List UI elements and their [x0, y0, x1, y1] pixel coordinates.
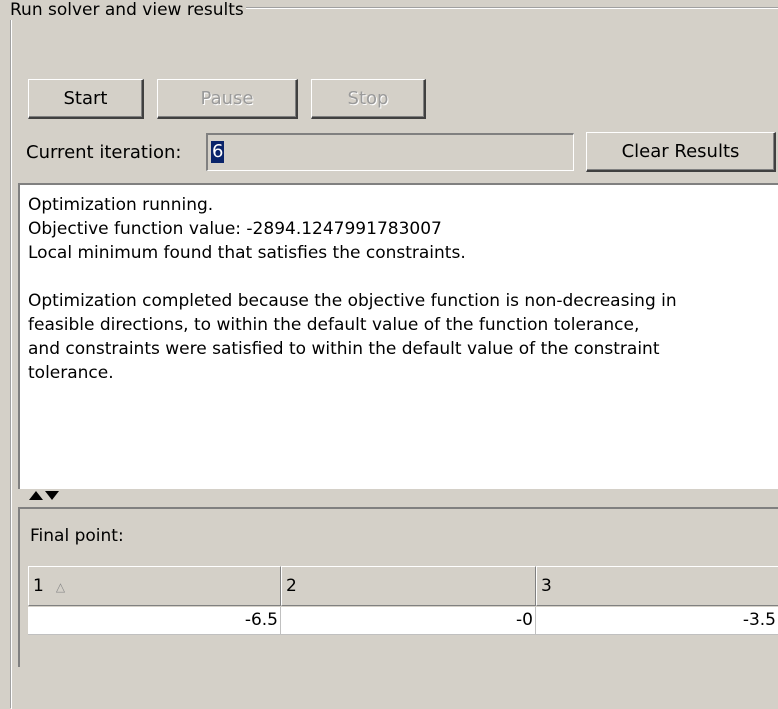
table-cell[interactable]: -6.5 [28, 607, 281, 635]
current-iteration-value: 6 [211, 141, 225, 163]
clear-results-button[interactable]: Clear Results [586, 132, 776, 172]
table-cell[interactable]: -0 [281, 607, 536, 635]
output-line: Objective function value: -2894.12479917… [28, 219, 442, 239]
expand-down-icon[interactable] [45, 491, 59, 500]
output-line: Optimization completed because the objec… [28, 291, 677, 311]
output-line: feasible directions, to within the defau… [28, 315, 640, 335]
results-text-area[interactable]: Optimization running. Objective function… [18, 183, 778, 489]
expand-up-icon[interactable] [29, 491, 43, 500]
output-line: tolerance. [28, 363, 114, 383]
output-line: Optimization running. [28, 195, 214, 215]
column-header-3[interactable]: 3 [536, 566, 778, 606]
column-header-label: 2 [286, 576, 297, 596]
final-point-label: Final point: [30, 526, 124, 546]
output-line: and constraints were satisfied to within… [28, 339, 660, 359]
output-line: Local minimum found that satisfies the c… [28, 243, 466, 263]
output-blank-line [28, 265, 778, 289]
final-point-panel: Final point: 1 △ 2 3 -6.5 -0 -3.5 [18, 507, 778, 667]
current-iteration-label: Current iteration: [26, 142, 182, 163]
start-button[interactable]: Start [28, 79, 144, 119]
column-header-2[interactable]: 2 [281, 566, 536, 606]
current-iteration-field[interactable]: 6 [206, 133, 574, 171]
pause-button[interactable]: Pause [157, 79, 298, 119]
column-header-1[interactable]: 1 △ [28, 566, 281, 606]
table-cell[interactable]: -3.5 [536, 607, 778, 635]
sort-ascending-icon: △ [55, 580, 66, 594]
splitter[interactable] [18, 489, 778, 505]
group-title: Run solver and view results [6, 0, 246, 20]
stop-button[interactable]: Stop [311, 79, 426, 119]
column-header-label: 3 [541, 576, 552, 596]
column-header-label: 1 [33, 576, 44, 596]
